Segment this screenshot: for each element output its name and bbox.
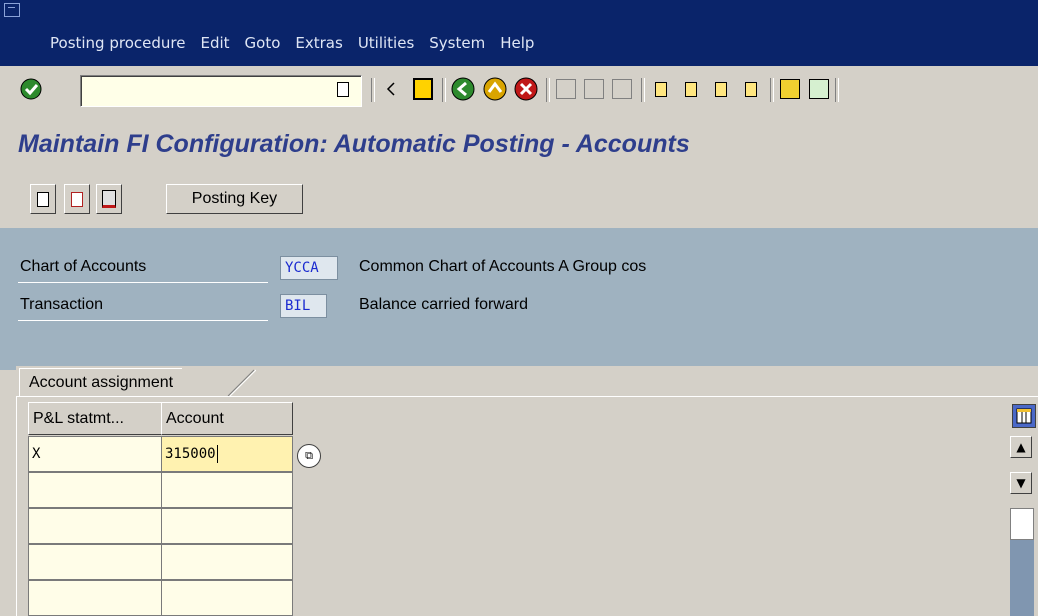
table-cell-pl-statement[interactable] <box>28 508 163 544</box>
application-toolbar <box>0 173 1038 228</box>
text-caret <box>216 445 218 463</box>
menu-edit[interactable]: Edit <box>200 34 229 52</box>
menu-goto[interactable]: Goto <box>245 34 281 52</box>
new-entries-button[interactable] <box>30 184 56 214</box>
table-cell-account[interactable] <box>161 580 293 616</box>
scroll-up-icon[interactable]: ▲ <box>1010 436 1032 458</box>
command-history-icon[interactable] <box>330 76 356 102</box>
label-underline <box>18 282 268 283</box>
table-cell-pl-statement[interactable]: X <box>28 436 163 472</box>
shortcut-icon[interactable] <box>806 76 832 102</box>
collapse-icon[interactable] <box>378 76 404 102</box>
chart-of-accounts-label: Chart of Accounts <box>20 258 147 275</box>
toolbar-separator <box>442 78 446 102</box>
scroll-thumb[interactable] <box>1010 508 1034 540</box>
copy-as-button[interactable] <box>64 184 90 214</box>
save-icon[interactable] <box>410 76 436 102</box>
menu-help[interactable]: Help <box>500 34 534 52</box>
toolbar-separator <box>371 78 375 102</box>
standard-toolbar <box>0 66 1038 118</box>
table-cell-account[interactable] <box>161 508 293 544</box>
delete-button[interactable] <box>96 184 122 214</box>
table-cell-pl-statement[interactable] <box>28 472 163 508</box>
menu: Posting procedure Edit Goto Extras Utili… <box>50 34 534 52</box>
menu-extras[interactable]: Extras <box>295 34 342 52</box>
chart-of-accounts-description: Common Chart of Accounts A Group cos <box>359 258 647 275</box>
last-page-icon <box>738 76 764 102</box>
transaction-description: Balance carried forward <box>359 296 528 313</box>
table-cell-account[interactable] <box>161 472 293 508</box>
delete-icon <box>102 190 116 208</box>
toolbar-separator <box>835 78 839 102</box>
page-title: Maintain FI Configuration: Automatic Pos… <box>18 130 690 158</box>
toolbar-separator <box>770 78 774 102</box>
find-next-icon <box>609 76 635 102</box>
previous-page-icon <box>678 76 704 102</box>
menu-bar: Posting procedure Edit Goto Extras Utili… <box>0 0 1038 66</box>
label-underline <box>18 320 268 321</box>
table-cell-pl-statement[interactable] <box>28 544 163 580</box>
column-header-account[interactable]: Account <box>161 402 293 435</box>
system-menu-icon[interactable] <box>4 3 20 17</box>
menu-system[interactable]: System <box>429 34 485 52</box>
toolbar-separator <box>641 78 645 102</box>
first-page-icon <box>648 76 674 102</box>
print-icon <box>553 76 579 102</box>
vertical-scrollbar[interactable]: ▲ ▼ <box>1010 436 1034 616</box>
toolbar-separator <box>546 78 550 102</box>
column-settings-icon[interactable] <box>1012 404 1036 428</box>
copy-icon <box>71 191 83 207</box>
value-help-icon[interactable]: ⧉ <box>297 444 321 468</box>
column-header-pl-statement[interactable]: P&L statmt... <box>28 402 164 435</box>
new-session-icon[interactable] <box>777 76 803 102</box>
exit-icon[interactable] <box>482 76 508 102</box>
table-cell-pl-statement[interactable] <box>28 580 163 616</box>
cancel-icon[interactable] <box>513 76 539 102</box>
table-cell-account[interactable] <box>161 544 293 580</box>
command-field[interactable] <box>80 75 362 107</box>
menu-posting-procedure[interactable]: Posting procedure <box>50 34 185 52</box>
back-icon[interactable] <box>450 76 476 102</box>
transaction-field: BIL <box>280 294 327 318</box>
new-document-icon <box>37 191 49 207</box>
tab-account-assignment[interactable]: Account assignment <box>19 368 183 397</box>
tab-edge <box>227 369 256 396</box>
table-cell-account[interactable]: 315000 <box>161 436 293 472</box>
account-value: 315000 <box>165 446 216 462</box>
scroll-down-icon[interactable]: ▼ <box>1010 472 1032 494</box>
chart-of-accounts-field: YCCA <box>280 256 338 280</box>
menu-utilities[interactable]: Utilities <box>358 34 414 52</box>
next-page-icon <box>708 76 734 102</box>
find-icon <box>581 76 607 102</box>
enter-icon[interactable] <box>18 76 44 102</box>
posting-key-button[interactable]: Posting Key <box>166 184 303 214</box>
transaction-label: Transaction <box>20 296 103 313</box>
